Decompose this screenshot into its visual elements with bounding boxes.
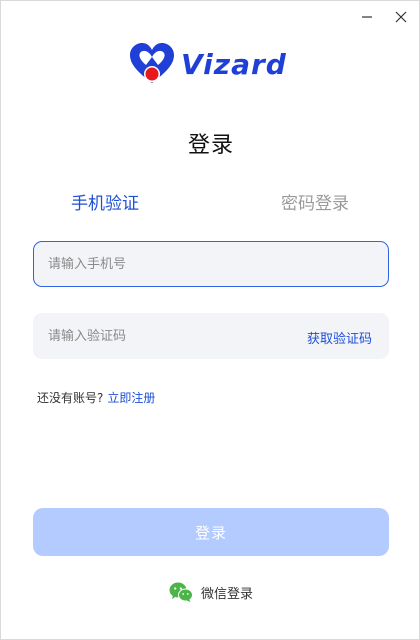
tab-password-login[interactable]: 密码登录 xyxy=(281,189,349,214)
register-prompt: 还没有账号? xyxy=(37,391,104,405)
code-field: 获取验证码 xyxy=(33,313,389,359)
get-code-button[interactable]: 获取验证码 xyxy=(307,328,372,347)
register-link[interactable]: 立即注册 xyxy=(107,391,155,405)
window-controls xyxy=(359,9,409,25)
wechat-login-label: 微信登录 xyxy=(200,586,253,602)
login-window: Vizard 登录 手机验证 密码登录 获取验证码 还没有账号?立即注册 登录 xyxy=(0,0,420,640)
wechat-icon xyxy=(169,581,193,603)
phone-field xyxy=(33,241,389,287)
phone-input[interactable] xyxy=(48,242,288,286)
wechat-login[interactable]: 微信登录 xyxy=(1,581,420,603)
login-button-label: 登录 xyxy=(194,523,227,542)
heart-logo-icon xyxy=(129,43,175,85)
close-icon[interactable] xyxy=(393,9,409,25)
register-row: 还没有账号? 立即注册 xyxy=(37,389,155,406)
page-title: 登录 xyxy=(187,133,234,158)
login-button[interactable]: 登录 xyxy=(33,508,389,556)
tab-phone-verify[interactable]: 手机验证 xyxy=(71,189,139,214)
vizard-logo: Vizard xyxy=(129,43,299,85)
minimize-icon[interactable] xyxy=(359,9,375,25)
brand-name: Vizard xyxy=(181,47,287,81)
verification-code-input[interactable] xyxy=(48,314,288,358)
